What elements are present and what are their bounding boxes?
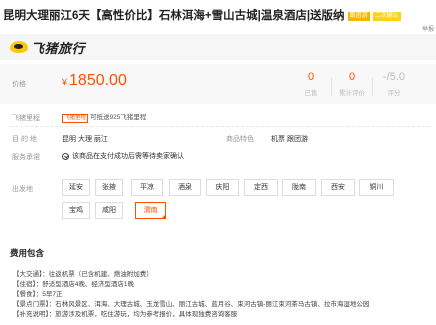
city-option[interactable]: 宝鸡 (62, 202, 90, 219)
check-circle-icon (62, 152, 69, 160)
promise-label: 服务承诺 (12, 154, 40, 161)
city-option-selected[interactable]: 渭南 (135, 202, 166, 219)
promise-text: 该商品在支付成功后需等待卖家确认 (72, 153, 184, 160)
departure-label: 出发地 (12, 186, 33, 193)
city-option[interactable]: 延安 (62, 179, 90, 196)
price-panel: 价格 ¥1850.00 0 已售 0 累计评价 -/5.0 评分 (0, 64, 436, 104)
review-count-value: 0 (348, 71, 356, 83)
included-title: 费用包含 (10, 248, 45, 258)
mileage-label: 飞猪里程 (12, 115, 40, 122)
sold-count: 0 已售 (291, 71, 331, 97)
logo-text: 飞猪旅行 (31, 40, 86, 56)
destination-value: 昆明 大理 丽江 (62, 136, 108, 143)
brand-bar: 飞猪旅行 (0, 34, 436, 60)
service-promise: 该商品在支付成功后需等待卖家确认 (62, 151, 184, 161)
included-line: 【补充说明】：旅游涉及机票，吃住游玩，均为参考报价，具体现独费咨询客服 (13, 311, 238, 318)
rating: -/5.0 评分 (374, 71, 414, 97)
stat-divider (372, 78, 373, 96)
city-option[interactable]: 西安 (321, 179, 355, 196)
price-value: ¥1850.00 (62, 72, 127, 90)
sold-count-value: 0 (307, 71, 315, 83)
mileage-tag: 飞猪里程 (62, 114, 89, 123)
review-count[interactable]: 0 累计评价 (332, 71, 372, 97)
report-link[interactable]: 举报 (422, 24, 434, 33)
price-label: 价格 (12, 81, 26, 88)
fliggy-logo-icon (10, 41, 28, 53)
city-option[interactable]: 陇南 (282, 179, 316, 196)
mileage-info: 飞猪里程 可抵送925飞猪里程 (62, 111, 146, 123)
section-divider (10, 126, 430, 127)
product-title-text: 昆明大理丽江6天【高性价比】石林洱海+雪山古城|温泉酒店|送版纳 (3, 10, 345, 22)
rating-caption: 评分 (387, 90, 401, 97)
tour-type-badge: 跟团游 (347, 12, 370, 21)
city-option[interactable]: 咸阳 (95, 202, 123, 219)
included-line: 【住宿】：舒适型酒店4晚、经济型酒店1晚 (13, 281, 134, 288)
included-line: 【大交通】：往返机票（已含机建、燃油附加费） (13, 271, 153, 278)
currency-symbol: ¥ (62, 77, 68, 87)
city-option[interactable]: 铜川 (359, 179, 394, 196)
price-amount: 1850.00 (69, 72, 127, 89)
city-option[interactable]: 酒泉 (169, 179, 201, 196)
destination-label: 目 的 地 (12, 136, 37, 143)
confirm-badge: 二次确认 (372, 12, 401, 21)
feature-value: 机票 跟团游 (271, 136, 308, 143)
city-option[interactable]: 平凉 (131, 179, 163, 196)
mileage-text: 可抵送925飞猪里程 (90, 114, 147, 121)
rating-value: -/5.0 (382, 71, 405, 83)
included-line: 【景点门票】：石林风景区、洱海、大理古城、玉龙雪山、丽江古城、蓝月谷、束河古镇-… (13, 301, 370, 308)
fliggy-logo[interactable]: 飞猪旅行 (10, 38, 85, 56)
review-count-caption: 累计评价 (339, 90, 365, 97)
product-title: 昆明大理丽江6天【高性价比】石林洱海+雪山古城|温泉酒店|送版纳 跟团游 二次确认 (3, 7, 401, 23)
city-option[interactable]: 定西 (244, 179, 278, 196)
sold-count-caption: 已售 (304, 90, 318, 97)
included-line: 【餐食】：5早7正 (13, 291, 63, 298)
feature-label: 商品特色 (226, 136, 254, 143)
city-option[interactable]: 张掖 (95, 179, 123, 196)
city-option[interactable]: 庆阳 (206, 179, 239, 196)
